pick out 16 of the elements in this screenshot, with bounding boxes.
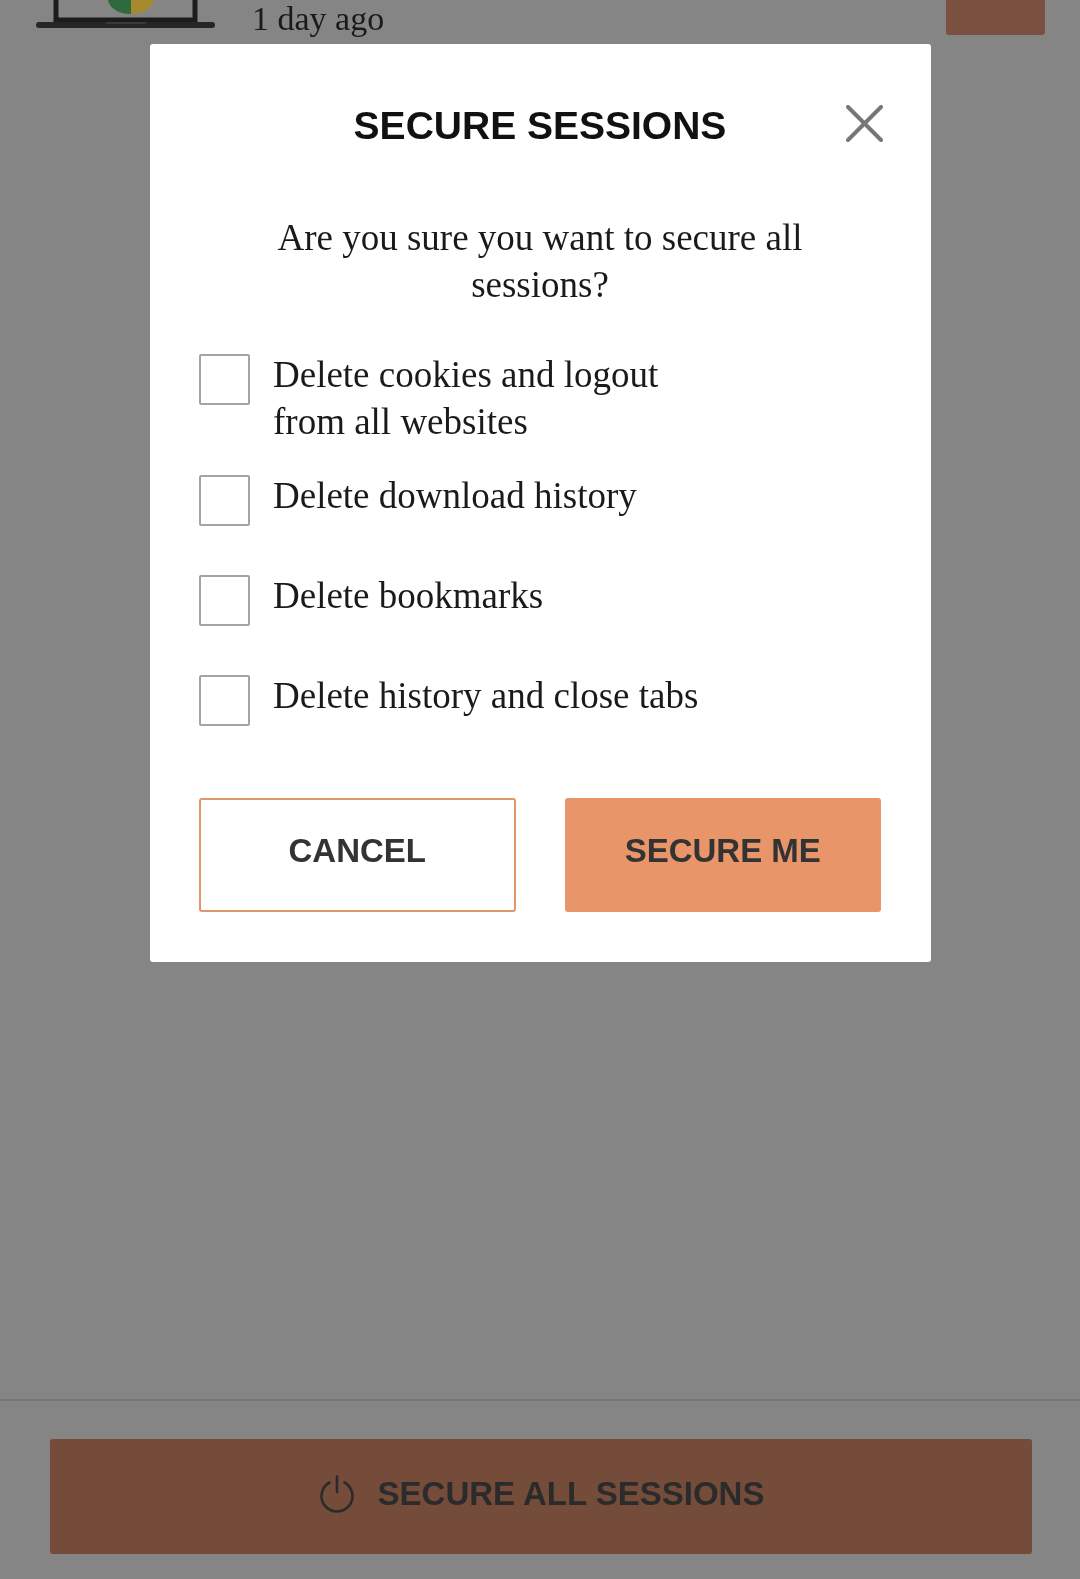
last-active-time: 1 day ago (252, 0, 385, 38)
option-label: Delete bookmarks (273, 574, 545, 618)
option-label: Delete cookies and logout from all websites (273, 353, 660, 444)
power-icon (317, 1474, 356, 1513)
checkbox[interactable] (199, 475, 250, 526)
cancel-button[interactable]: CANCEL (199, 798, 516, 912)
option-label: Delete download history (273, 474, 638, 518)
checkbox[interactable] (199, 675, 250, 726)
dialog-message: Are you sure you want to secure all sessions? (276, 216, 804, 307)
dialog-title: SECURE SESSIONS (352, 104, 728, 148)
laptop-icon (36, 0, 215, 28)
option-label: Delete history and close tabs (273, 674, 700, 718)
checkbox[interactable] (199, 575, 250, 626)
checkbox[interactable] (199, 354, 250, 405)
close-icon[interactable] (846, 105, 883, 142)
confirm-button[interactable]: SECURE ME (564, 798, 881, 912)
